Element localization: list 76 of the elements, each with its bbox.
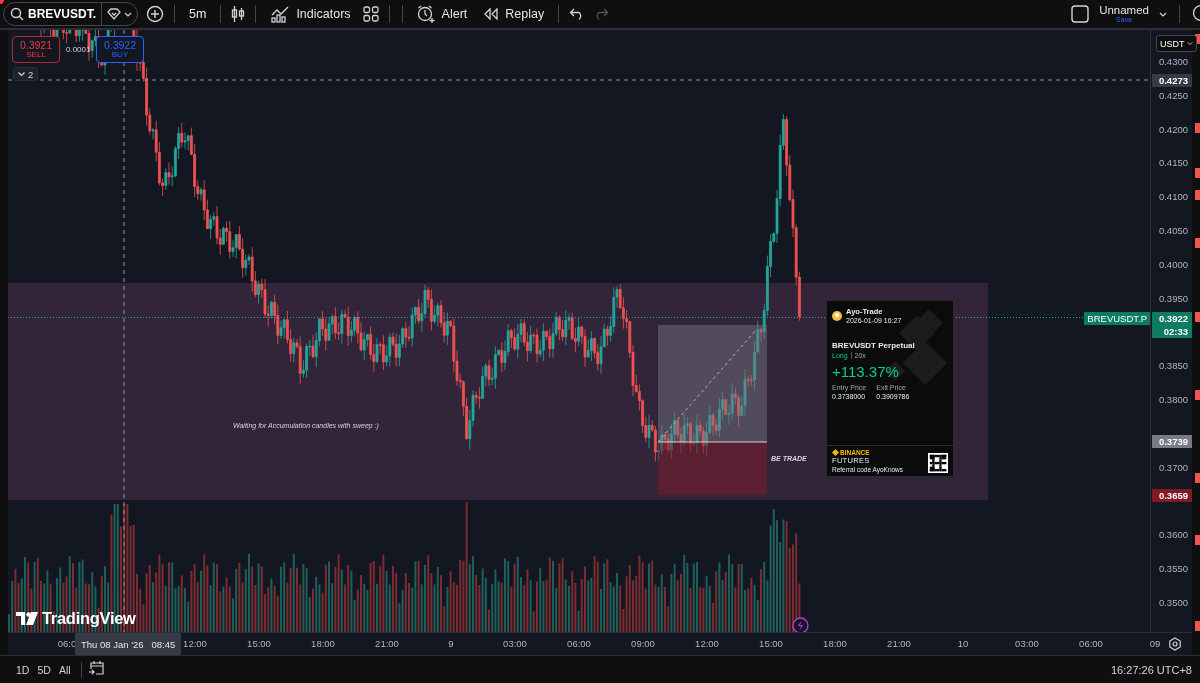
- lightning-icon[interactable]: [792, 617, 809, 632]
- range-button[interactable]: 5D: [33, 663, 55, 676]
- interval-button[interactable]: 5m: [185, 7, 211, 21]
- exchange-logo-icon: [832, 449, 839, 456]
- time-tick: 06:00: [566, 638, 592, 649]
- rewind-icon: [483, 8, 500, 20]
- time-tick: 03:00: [1014, 638, 1040, 649]
- clock-time: 16:27:26 UTC+8: [1110, 663, 1192, 676]
- price-tick: 0.4250: [1158, 89, 1188, 102]
- crosshair-date: Thu 08 Jan '26: [81, 638, 144, 650]
- time-tick: 18:00: [310, 638, 336, 649]
- alert-button[interactable]: Alert: [412, 5, 472, 23]
- price-tick: 0.4300: [1158, 56, 1188, 68]
- time-tick: 12:00: [694, 638, 720, 649]
- time-tick: 15:00: [758, 638, 784, 649]
- avatar-icon: [832, 311, 842, 322]
- currency-dropdown[interactable]: USDT: [1156, 35, 1197, 52]
- marker-price: 0.4273: [1158, 74, 1188, 88]
- search-icon: [10, 7, 24, 21]
- symbol-label: BREVUSDT.P: [1084, 311, 1150, 325]
- time-tick: 21:00: [374, 638, 400, 649]
- time-tick: 12:00: [182, 638, 208, 649]
- range-button[interactable]: 1D: [12, 663, 34, 676]
- time-tick: 03:00: [502, 638, 528, 649]
- buy-button[interactable]: 0.3922 BUY: [96, 36, 144, 63]
- spread-value: 0.0001: [66, 45, 91, 54]
- candlestick-icon[interactable]: [231, 5, 246, 23]
- time-tick: 15:00: [246, 638, 272, 649]
- time-tick: 09: [1148, 638, 1162, 649]
- marker-price: 0.3659: [1158, 489, 1188, 503]
- price-tick: 0.3550: [1158, 563, 1188, 575]
- time-tick: 9: [447, 638, 455, 649]
- replay-button[interactable]: Replay: [479, 7, 549, 21]
- roi-value: +113.37%: [832, 362, 900, 380]
- price-tick: 0.3700: [1158, 461, 1188, 474]
- chevron-down-icon: [18, 71, 25, 77]
- checkbox-icon[interactable]: [1071, 5, 1090, 23]
- range-button[interactable]: All: [54, 663, 75, 676]
- contract-name: BREVUSDT Perpetual: [832, 340, 916, 350]
- diamond-icon: [107, 8, 121, 20]
- bar-countdown: 02:33: [1163, 324, 1188, 338]
- crosshair-time: 08:45: [151, 638, 176, 650]
- price-tick: 0.3600: [1158, 529, 1188, 542]
- marker-price: 0.3739: [1158, 435, 1188, 449]
- indicators-button[interactable]: Indicators: [266, 5, 355, 23]
- symbol-menu-button[interactable]: [107, 8, 132, 20]
- caret-icon: [1186, 41, 1193, 46]
- settings-icon[interactable]: [1168, 637, 1182, 651]
- time-tick: 09:00: [630, 638, 656, 649]
- brand-name: TradingView: [42, 609, 136, 628]
- qr-code-icon: [928, 453, 948, 473]
- time-tick: 21:00: [886, 638, 912, 649]
- tradingview-logo-icon: [16, 612, 38, 625]
- alarm-clock-icon: [416, 5, 436, 23]
- symbol-search-field[interactable]: BREVUSDT.: [10, 7, 96, 21]
- sell-button[interactable]: 0.3921 SELL: [12, 36, 60, 63]
- price-tick: 0.3500: [1158, 596, 1188, 609]
- price-tick: 0.4050: [1158, 225, 1188, 237]
- dropdown-caret-icon: [1159, 11, 1167, 17]
- calendar-icon: [87, 660, 104, 676]
- time-tick: 10: [956, 638, 970, 649]
- price-tick: 0.3950: [1158, 292, 1188, 305]
- price-tick: 0.4100: [1158, 191, 1188, 204]
- time-tick: 18:00: [822, 638, 848, 649]
- collapse-button[interactable]: 2: [13, 67, 39, 81]
- time-tick: 06:00: [1078, 638, 1104, 649]
- price-tick: 0.4150: [1158, 157, 1188, 170]
- layout-grid-icon[interactable]: [362, 6, 379, 22]
- price-tick: 0.4000: [1158, 258, 1188, 271]
- add-icon[interactable]: [146, 5, 164, 23]
- price-tick: 0.3800: [1158, 394, 1188, 406]
- price-tick: 0.3850: [1158, 360, 1188, 373]
- indicators-icon: [270, 5, 291, 23]
- marker-price: 0.3922: [1158, 311, 1188, 325]
- caret-icon: [124, 11, 132, 17]
- price-tick: 0.4200: [1158, 123, 1188, 136]
